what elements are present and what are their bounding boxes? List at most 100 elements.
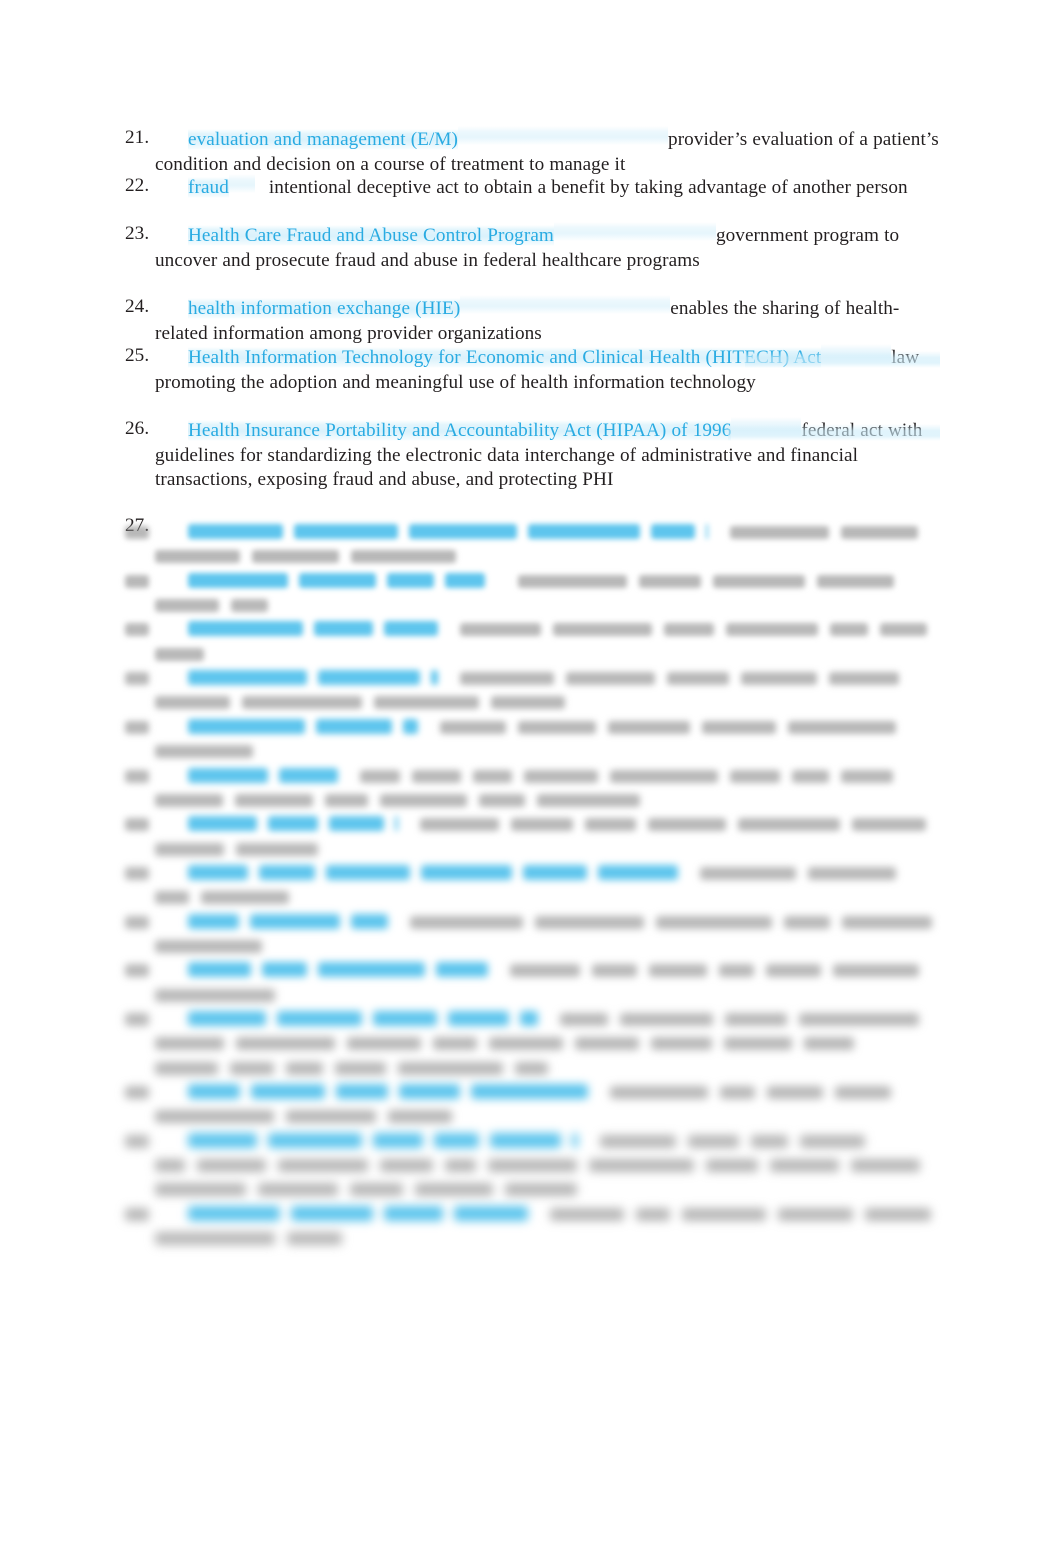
obscured-text-token [155, 1110, 274, 1124]
obscured-line-body [155, 741, 265, 765]
obscured-term-token [188, 816, 257, 832]
obscured-text-token [125, 1207, 149, 1221]
obscured-text-token [125, 672, 149, 686]
obscured-text-token [610, 769, 718, 783]
obscured-list-item-number [125, 1082, 149, 1106]
obscured-text-token [155, 647, 204, 661]
obscured-text-token [398, 1061, 503, 1075]
obscured-text-token [725, 1013, 787, 1026]
list-item: 26. Health Insurance Portability and Acc… [0, 417, 1062, 492]
obscured-text-token [510, 964, 580, 978]
obscured-list-item-line [0, 619, 1062, 645]
obscured-term-token [188, 524, 283, 539]
obscured-text-token [700, 866, 796, 880]
obscured-text-token [600, 1134, 676, 1148]
fill-in-blank [460, 295, 671, 315]
obscured-text-token [201, 891, 289, 905]
obscured-text-token [730, 769, 780, 783]
obscured-list-item-line [0, 863, 1062, 889]
obscured-term-token [384, 1205, 443, 1221]
obscured-text-token [792, 769, 829, 783]
obscured-term-token [188, 1132, 257, 1148]
obscured-text-token [738, 818, 840, 832]
obscured-text-token [610, 1086, 708, 1100]
obscured-text-token [713, 574, 805, 588]
obscured-text-token [125, 964, 149, 978]
obscured-text-token [125, 769, 149, 783]
obscured-text-token [706, 1159, 758, 1173]
obscured-text-token [656, 915, 772, 929]
obscured-text-token [155, 599, 219, 613]
obscured-term-token [445, 572, 485, 588]
obscured-term-token [598, 864, 678, 880]
obscured-text-token [835, 1086, 891, 1100]
list-item: 23. Health Care Fraud and Abuse Control … [0, 222, 1062, 273]
obscured-text-token [155, 1159, 185, 1173]
list-item-number: 23. [125, 223, 150, 244]
obscured-line-body [188, 717, 908, 741]
obscured-term-token [528, 524, 640, 539]
obscured-text-token [833, 964, 919, 978]
obscured-text-token [125, 1013, 149, 1026]
obscured-text-token [664, 623, 714, 637]
obscured-term-token [326, 864, 410, 880]
obscured-term-token [399, 1084, 460, 1100]
obscured-term-token [268, 816, 318, 832]
obscured-text-token [553, 623, 652, 637]
obscured-text-token [155, 891, 189, 905]
obscured-line-body [188, 766, 905, 790]
obscured-line-body [188, 522, 930, 546]
obscured-term-token [373, 1132, 423, 1148]
obscured-text-token [125, 1086, 149, 1100]
obscured-text-token [420, 818, 499, 832]
obscured-term-token [706, 524, 708, 539]
list-item: 24. health information exchange (HIE) ena… [0, 295, 1062, 346]
obscured-text-token [648, 818, 726, 832]
obscured-list-item-line [0, 1228, 1062, 1254]
glossary-term: fraud [188, 177, 229, 199]
obscured-term-token [291, 1205, 373, 1221]
obscured-text-token [585, 818, 636, 832]
obscured-text-token [515, 1061, 548, 1075]
obscured-term-token [471, 1084, 588, 1100]
obscured-text-token [235, 793, 313, 807]
obscured-list-item-line [0, 741, 1062, 767]
obscured-text-token [636, 1207, 670, 1221]
obscured-text-token [258, 1183, 338, 1197]
obscured-text-token [473, 769, 512, 783]
obscured-list-item-number [125, 619, 149, 643]
obscured-text-token [155, 793, 223, 807]
definition-text: provider’s evaluation of a [668, 129, 869, 151]
obscured-text-token [535, 915, 644, 929]
obscured-line-body [155, 985, 287, 1009]
obscured-text-token [741, 672, 817, 686]
definition-continuation: advantage of another person [688, 177, 908, 199]
obscured-text-token [724, 1037, 792, 1051]
obscured-text-token [231, 599, 268, 613]
obscured-line-body [155, 1228, 354, 1252]
obscured-list-item-number [125, 863, 149, 887]
obscured-term-token [314, 621, 373, 637]
obscured-text-token [730, 526, 829, 539]
obscured-line-body [155, 1058, 560, 1082]
obscured-line-body [155, 1033, 866, 1057]
obscured-list-item-line [0, 960, 1062, 986]
obscured-line-body [188, 668, 911, 692]
obscured-term-token [351, 913, 388, 929]
obscured-text-token [125, 1134, 149, 1148]
obscured-content-region [0, 512, 1062, 1252]
obscured-text-token [830, 623, 868, 637]
obscured-line-body [155, 644, 216, 668]
obscured-list-item-number [125, 1131, 149, 1155]
obscured-text-token [440, 720, 506, 734]
obscured-term-token [572, 1132, 578, 1148]
obscured-text-token [767, 1086, 823, 1100]
obscured-text-token [505, 1183, 577, 1197]
obscured-line-body [155, 1179, 589, 1203]
obscured-list-item-number [125, 960, 149, 984]
obscured-text-token [230, 1061, 274, 1075]
obscured-text-token [125, 574, 149, 588]
obscured-text-token [751, 1134, 788, 1148]
fill-in-blank [228, 174, 255, 194]
obscured-text-token [829, 672, 899, 686]
